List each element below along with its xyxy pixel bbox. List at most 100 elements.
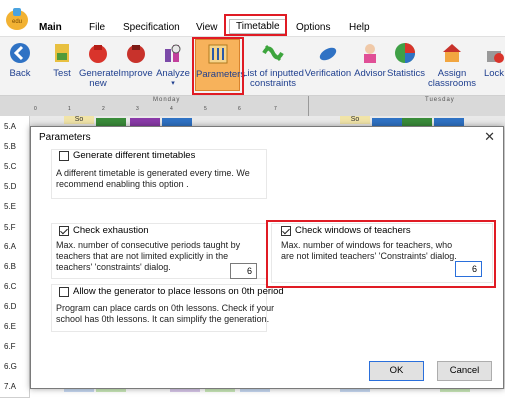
test-label: Test [53,68,71,79]
exhaustion-value-input[interactable]: 6 [230,263,257,279]
lesson-cell-block[interactable] [402,118,432,126]
description-line: Program can place cards on 0th lessons. … [56,303,275,313]
app-logo-icon[interactable]: edu [4,4,30,32]
zeroth-period-label: Allow the generator to place lessons on … [73,286,284,297]
classroom-icon [443,44,461,62]
class-row-6d[interactable]: 6.D [0,296,30,318]
check-exhaustion-label: Check exhaustion [73,225,149,236]
period-1: 1 [68,106,71,112]
period-4: 4 [170,106,173,112]
menu-main[interactable]: Main [39,22,62,33]
period-7: 7 [274,106,277,112]
different-timetables-label: Generate different timetables [73,150,196,161]
day-divider [308,96,309,116]
lesson-cell-block[interactable] [130,118,160,126]
list-of-constraints-label: List of inputted constraints [242,68,304,89]
svg-text:edu: edu [12,19,22,25]
class-row-6e[interactable]: 6.E [0,316,30,338]
lesson-cell-block[interactable] [372,118,402,126]
class-row-5d[interactable]: 5.D [0,176,30,198]
different-timetables-box[interactable] [59,150,69,161]
lesson-cell[interactable]: So [64,116,94,124]
period-2: 2 [102,106,105,112]
analyze-label: Analyze [156,68,190,79]
class-row-5b[interactable]: 5.B [0,136,30,158]
class-row-6c[interactable]: 6.C [0,276,30,298]
highlight-windows-group [266,220,496,288]
close-icon[interactable]: ✕ [484,129,495,145]
lesson-cell[interactable]: So [340,116,370,124]
back-arrow-icon [10,43,30,63]
menu-file[interactable]: File [89,22,105,33]
improve-icon [126,45,145,63]
class-row-6g[interactable]: 6.G [0,356,30,378]
period-6: 6 [238,106,241,112]
improve-label: Improve [118,68,153,79]
period-numbers: 0 1 2 3 4 5 6 7 [30,106,505,116]
class-row-6f[interactable]: 6.F [0,336,30,358]
verification-icon [319,47,337,61]
lock-label: Lock [483,68,505,79]
description-line: Max. number of consecutive periods taugh… [56,240,241,250]
list-of-constraints-button[interactable]: List of inputted constraints [242,41,304,89]
period-3: 3 [136,106,139,112]
verification-label: Verification [304,68,352,79]
cancel-button[interactable]: Cancel [437,361,492,381]
lock-button[interactable]: Lock [480,41,505,79]
test-icon [55,44,69,62]
day-monday: Monday [153,97,181,103]
advisor-button[interactable]: Advisor [352,41,388,79]
zeroth-period-description: Program can place cards on 0th lessons. … [56,303,274,325]
assign-classrooms-button[interactable]: Assign classrooms [428,41,476,89]
advisor-label: Advisor [354,68,386,79]
test-button[interactable]: Test [48,41,76,79]
description-line: recommend enabling this option . [56,179,189,189]
class-row-6b[interactable]: 6.B [0,256,30,278]
description-line: teachers' 'constraints' dialog. [56,262,171,272]
lesson-cell-block[interactable] [96,118,126,126]
zeroth-period-box[interactable] [59,286,69,297]
class-row-5e[interactable]: 5.E [0,196,30,218]
class-row-7a[interactable]: 7.A [0,376,30,398]
assign-classrooms-label: Assign classrooms [428,68,477,89]
lesson-cell-block[interactable] [162,118,192,126]
highlight-parameters-button [192,37,244,95]
class-row-6a[interactable]: 6.A [0,236,30,258]
class-row-5c[interactable]: 5.C [0,156,30,178]
different-timetables-description: A different timetable is generated every… [56,168,250,190]
back-label: Back [9,68,31,79]
back-button[interactable]: Back [5,41,35,79]
check-exhaustion-checkbox[interactable]: Check exhaustion [59,225,149,236]
grid-header: Monday Tuesday 0 1 2 3 4 5 6 7 [0,96,505,116]
period-0: 0 [34,106,37,112]
menu-specification[interactable]: Specification [123,22,180,33]
menu-view[interactable]: View [196,22,218,33]
description-line: school has 0th lessons. It can simplify … [56,314,270,324]
description-line: teachers that are not limited explicitly… [56,251,229,261]
statistics-button[interactable]: Statistics [387,41,426,79]
generate-icon [89,45,107,63]
analyze-dropdown-icon: ▾ [171,80,175,87]
constraints-icon [262,44,284,62]
analyze-button[interactable]: Analyze ▾ [154,41,192,89]
period-5: 5 [204,106,207,112]
generate-new-button[interactable]: Generate new [79,41,119,89]
day-tuesday: Tuesday [425,97,455,103]
dialog-title: Parameters [39,132,91,143]
generate-new-label: Generate new [79,68,119,89]
ok-button[interactable]: OK [369,361,424,381]
analyze-icon [165,44,181,62]
different-timetables-checkbox[interactable]: Generate different timetables [59,150,195,161]
improve-button[interactable]: Improve [118,41,153,79]
verification-button[interactable]: Verification [304,41,352,79]
class-row-5a[interactable]: 5.A [0,116,30,138]
menu-help[interactable]: Help [349,22,370,33]
statistics-label: Statistics [387,68,426,79]
advisor-icon [364,44,376,63]
menu-options[interactable]: Options [296,22,330,33]
lesson-cell-block[interactable] [434,118,464,126]
zeroth-period-checkbox[interactable]: Allow the generator to place lessons on … [59,286,284,297]
highlight-timetable-tab [224,14,287,36]
description-line: A different timetable is generated every… [56,168,250,178]
check-exhaustion-box[interactable] [59,225,69,236]
